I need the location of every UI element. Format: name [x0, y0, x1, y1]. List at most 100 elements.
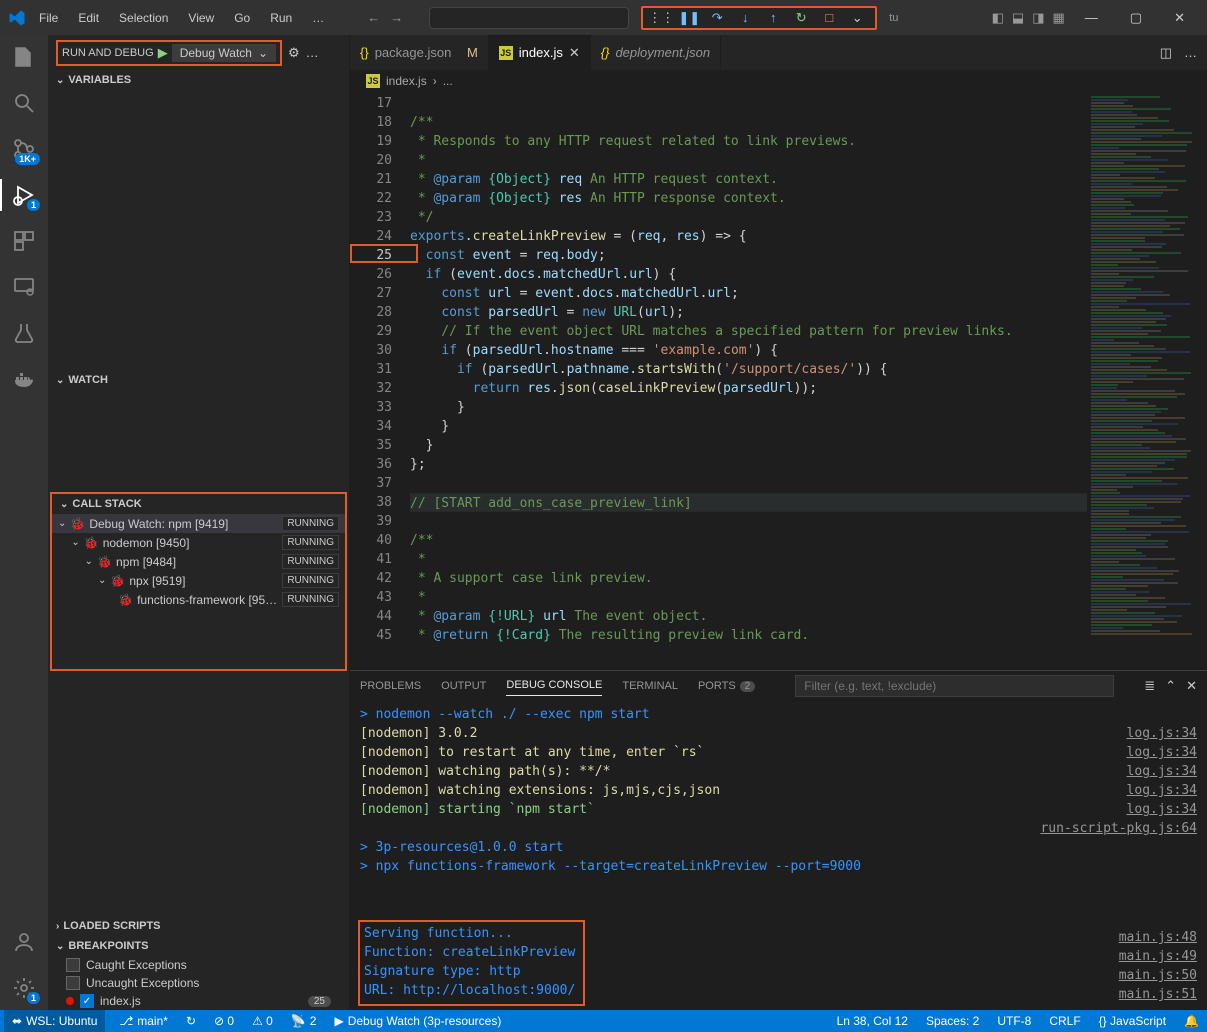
menu-edit[interactable]: Edit — [71, 7, 106, 29]
status-remote[interactable]: ⬌WSL: Ubuntu — [4, 1010, 105, 1032]
panel-clear-icon[interactable]: ≣ — [1144, 678, 1155, 694]
settings-gear-icon[interactable]: 1 — [12, 976, 36, 1000]
start-debug-icon[interactable]: ▶ — [158, 45, 168, 61]
layout-left-icon[interactable]: ◧ — [992, 10, 1004, 26]
pause-icon[interactable]: ❚❚ — [681, 10, 697, 26]
status-errors[interactable]: ⊘ 0 — [210, 1014, 238, 1028]
callstack-row[interactable]: 🐞functions-framework [954…RUNNING — [52, 590, 345, 609]
menu-go[interactable]: Go — [227, 7, 257, 29]
title-bar: File Edit Selection View Go Run … ← → ⋮⋮… — [0, 0, 1207, 35]
status-enc[interactable]: UTF-8 — [993, 1014, 1035, 1028]
run-debug-config: RUN AND DEBUG ▶ Debug Watch⌄ — [56, 40, 282, 66]
panel-collapse-icon[interactable]: ⌃ — [1165, 678, 1176, 694]
variables-section[interactable]: ⌄VARIABLES — [48, 70, 349, 90]
step-out-icon[interactable]: ↑ — [765, 10, 781, 26]
callstack-row[interactable]: ⌄🐞nodemon [9450]RUNNING — [52, 533, 345, 552]
layout-bottom-icon[interactable]: ⬓ — [1012, 10, 1024, 26]
panel-tab-debugconsole[interactable]: DEBUG CONSOLE — [506, 675, 602, 696]
run-debug-icon[interactable]: 1 — [12, 183, 36, 207]
breadcrumb[interactable]: JS index.js › ... — [350, 70, 1207, 92]
debug-drag-icon[interactable]: ⋮⋮ — [653, 10, 669, 26]
nav-fwd-icon[interactable]: → — [390, 10, 403, 25]
editor[interactable]: 1718192021222324252627282930313233343536… — [350, 92, 1207, 670]
json-icon: {} — [601, 45, 610, 60]
debug-gear-icon[interactable]: ⚙ — [288, 45, 300, 61]
panel-tab-problems[interactable]: PROBLEMS — [360, 676, 421, 696]
extensions-icon[interactable] — [12, 229, 36, 253]
callstack-row[interactable]: ⌄🐞npx [9519]RUNNING — [52, 571, 345, 590]
account-icon[interactable] — [12, 930, 36, 954]
serving-box: Serving function...Function: createLinkP… — [358, 920, 585, 1006]
status-spaces[interactable]: Spaces: 2 — [922, 1014, 983, 1028]
step-into-icon[interactable]: ↓ — [737, 10, 753, 26]
status-lang[interactable]: {} JavaScript — [1095, 1014, 1170, 1028]
menu-selection[interactable]: Selection — [112, 7, 175, 29]
restart-icon[interactable]: ↻ — [793, 10, 809, 26]
minimap[interactable] — [1087, 92, 1207, 670]
editor-tabs: {}package.json M JSindex.js✕ {}deploymen… — [350, 35, 1207, 70]
bottom-panel: PROBLEMS OUTPUT DEBUG CONSOLE TERMINAL P… — [350, 670, 1207, 1010]
step-over-icon[interactable]: ↷ — [709, 10, 725, 26]
close-icon[interactable]: ✕ — [569, 45, 580, 61]
callstack-wrap: ⌄CALL STACK ⌄🐞Debug Watch: npm [9419]RUN… — [50, 492, 347, 671]
tab-deployment-json[interactable]: {}deployment.json — [591, 35, 721, 70]
status-debug[interactable]: ▶Debug Watch (3p-resources) — [330, 1014, 505, 1028]
run-debug-label: RUN AND DEBUG — [62, 47, 154, 59]
window-min-icon[interactable]: — — [1071, 4, 1112, 32]
split-editor-icon[interactable]: ◫ — [1160, 45, 1172, 61]
callstack-section[interactable]: ⌄CALL STACK — [52, 494, 345, 514]
files-icon[interactable] — [12, 45, 36, 69]
title-hint: tu — [889, 12, 898, 24]
editor-more-icon[interactable]: … — [1184, 45, 1197, 60]
panel-tab-ports[interactable]: PORTS2 — [698, 676, 755, 696]
debug-more-icon[interactable]: … — [306, 45, 319, 60]
menu-view[interactable]: View — [181, 7, 221, 29]
activity-bar: 1K+ 1 1 — [0, 35, 48, 1010]
debug-sidebar: RUN AND DEBUG ▶ Debug Watch⌄ ⚙ … ⌄VARIAB… — [48, 35, 350, 1010]
panel-close-icon[interactable]: ✕ — [1186, 678, 1197, 694]
panel-filter-input[interactable] — [795, 675, 1114, 697]
panel-tab-terminal[interactable]: TERMINAL — [622, 676, 678, 696]
debug-target-chevron-icon[interactable]: ⌄ — [849, 10, 865, 26]
remote-explorer-icon[interactable] — [12, 275, 36, 299]
callstack-row[interactable]: ⌄🐞Debug Watch: npm [9419]RUNNING — [52, 514, 345, 533]
status-bell-icon[interactable]: 🔔 — [1180, 1014, 1203, 1028]
bp-uncaught[interactable]: Uncaught Exceptions — [48, 974, 349, 992]
layout-customize-icon[interactable]: ▦ — [1053, 10, 1065, 26]
status-branch[interactable]: ⎇main* — [115, 1014, 172, 1028]
search-icon[interactable] — [12, 91, 36, 115]
docker-icon[interactable] — [12, 367, 36, 391]
tab-package-json[interactable]: {}package.json M — [350, 35, 489, 70]
status-lncol[interactable]: Ln 38, Col 12 — [833, 1014, 912, 1028]
callstack-row[interactable]: ⌄🐞npm [9484]RUNNING — [52, 552, 345, 571]
test-icon[interactable] — [12, 321, 36, 345]
main-area: {}package.json M JSindex.js✕ {}deploymen… — [350, 35, 1207, 1010]
status-sync[interactable]: ↻ — [182, 1014, 200, 1028]
breakpoints-section[interactable]: ⌄BREAKPOINTS — [48, 936, 349, 956]
debug-config-dropdown[interactable]: Debug Watch⌄ — [172, 44, 276, 62]
bp-file[interactable]: ✓index.js25 — [48, 992, 349, 1010]
json-icon: {} — [360, 45, 369, 60]
status-warnings[interactable]: ⚠ 0 — [248, 1014, 277, 1028]
js-icon: JS — [366, 74, 380, 88]
status-eol[interactable]: CRLF — [1045, 1014, 1084, 1028]
watch-section[interactable]: ⌄WATCH — [48, 370, 349, 390]
window-close-icon[interactable]: ✕ — [1160, 4, 1199, 32]
debug-toolbar: ⋮⋮ ❚❚ ↷ ↓ ↑ ↻ □ ⌄ — [641, 6, 877, 30]
menu-file[interactable]: File — [32, 7, 65, 29]
panel-tab-output[interactable]: OUTPUT — [441, 676, 486, 696]
js-icon: JS — [499, 46, 513, 60]
menu-more[interactable]: … — [305, 7, 331, 29]
vscode-logo-icon — [8, 9, 26, 27]
scm-icon[interactable]: 1K+ — [12, 137, 36, 161]
layout-right-icon[interactable]: ◨ — [1032, 10, 1044, 26]
status-ports[interactable]: 📡2 — [287, 1014, 321, 1028]
window-max-icon[interactable]: ▢ — [1116, 4, 1156, 32]
tab-index-js[interactable]: JSindex.js✕ — [489, 35, 591, 70]
nav-back-icon[interactable]: ← — [367, 10, 380, 25]
command-center[interactable] — [429, 7, 629, 29]
bp-caught[interactable]: Caught Exceptions — [48, 956, 349, 974]
loaded-scripts-section[interactable]: ›LOADED SCRIPTS — [48, 916, 349, 936]
stop-icon[interactable]: □ — [821, 10, 837, 26]
menu-run[interactable]: Run — [263, 7, 299, 29]
